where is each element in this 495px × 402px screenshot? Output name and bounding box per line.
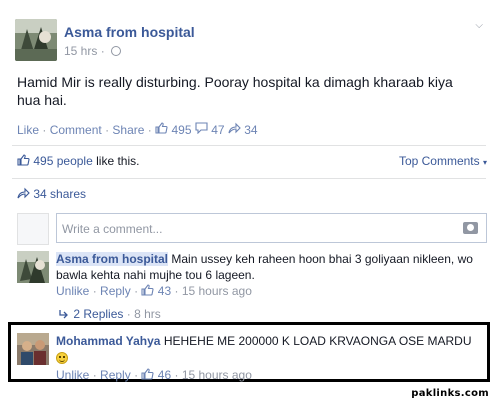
post-text: Hamid Mir is really disturbing. Pooray h… [17, 74, 453, 108]
comment-time[interactable]: 15 hours ago [182, 284, 252, 298]
comment-time[interactable]: 15 hours ago [182, 368, 252, 382]
comment-like-count[interactable]: 46 [158, 368, 171, 382]
separator: · [92, 368, 97, 382]
separator: · [42, 122, 47, 137]
like-link[interactable]: Like [17, 123, 39, 137]
comment-body: Asma from hospital Main ussey keh raheen… [56, 251, 476, 283]
post-author-name[interactable]: Asma from hospital [64, 24, 195, 40]
likes-summary-people: people [56, 154, 93, 168]
reply-link[interactable]: Reply [100, 284, 131, 298]
smiley-emoji-icon [56, 351, 68, 364]
share-link[interactable]: Share [112, 123, 144, 137]
likes-summary-suffix: like this. [96, 154, 140, 168]
share-arrow-icon [17, 187, 30, 202]
comment-actions: Unlike · Reply · 43 · 15 hours ago [56, 284, 252, 299]
share-arrow-icon [228, 122, 241, 137]
separator: · [92, 284, 97, 298]
reply-link[interactable]: Reply [100, 368, 131, 382]
comment-actions: Unlike · Reply · 46 · 15 hours ago [56, 368, 252, 383]
reply-arrow-icon [58, 308, 70, 322]
post-time[interactable]: 15 hrs [64, 44, 97, 58]
comment-bubble-icon [195, 122, 208, 137]
thumbs-up-icon [155, 122, 168, 137]
meta-separator: · [100, 44, 105, 58]
shares-count[interactable]: 34 [244, 123, 257, 137]
comment-avatar[interactable] [17, 333, 49, 365]
likes-summary: 495 people like this. Top Comments ▾ [17, 154, 487, 169]
separator: · [126, 307, 131, 321]
comment-placeholder: Write a comment... [62, 222, 163, 236]
post-actions: Like · Comment · Share · 495 47 34 [17, 122, 258, 137]
chevron-down-icon[interactable]: ⌵ [475, 20, 483, 31]
separator: · [147, 122, 152, 137]
replies-time: 8 hrs [134, 307, 161, 321]
likes-people-link[interactable]: 495 people [33, 154, 92, 168]
separator: · [134, 284, 139, 298]
replies-label: 2 Replies [73, 307, 124, 321]
comments-count[interactable]: 47 [211, 123, 224, 137]
view-replies-link[interactable]: 2 Replies · 8 hrs [58, 307, 161, 322]
comment-composer: Write a comment... [17, 211, 487, 245]
thumbs-up-icon [17, 154, 30, 169]
separator: · [105, 122, 110, 137]
divider [12, 178, 486, 179]
thumbs-up-icon [141, 368, 154, 383]
separator: · [174, 368, 179, 382]
shares-label: 34 shares [33, 187, 87, 201]
shares-summary[interactable]: 34 shares [17, 187, 86, 202]
comment-avatar[interactable] [17, 251, 49, 283]
caret-down-icon: ▾ [482, 158, 487, 167]
author-avatar[interactable] [15, 19, 57, 61]
comment-like-count[interactable]: 43 [158, 284, 171, 298]
comment-input[interactable]: Write a comment... [56, 213, 487, 243]
comment-text: HEHEHE ME 200000 K LOAD KRVAONGA OSE MAR… [163, 334, 472, 348]
comment-link[interactable]: Comment [50, 123, 102, 137]
thumbs-up-icon [141, 284, 154, 299]
comment-author[interactable]: Asma from hospital [56, 252, 169, 266]
camera-icon[interactable] [463, 222, 478, 234]
unlike-link[interactable]: Unlike [56, 368, 89, 382]
comment-body: Mohammad Yahya HEHEHE ME 200000 K LOAD K… [56, 333, 476, 365]
separator: · [174, 284, 179, 298]
post-header: Asma from hospital 15 hrs · ⌵ [15, 17, 485, 65]
watermark: paklinks.com [411, 388, 489, 399]
likes-count[interactable]: 495 [171, 123, 191, 137]
globe-icon [111, 46, 122, 56]
likes-summary-count: 495 [33, 154, 54, 168]
comment-author[interactable]: Mohammad Yahya [56, 334, 160, 348]
separator: · [134, 368, 139, 382]
divider [12, 145, 486, 146]
top-comments-dropdown[interactable]: Top Comments ▾ [399, 154, 487, 168]
post-meta: 15 hrs · [64, 44, 122, 58]
top-comments-label: Top Comments [398, 154, 480, 168]
viewer-avatar [17, 213, 49, 245]
unlike-link[interactable]: Unlike [56, 284, 89, 298]
